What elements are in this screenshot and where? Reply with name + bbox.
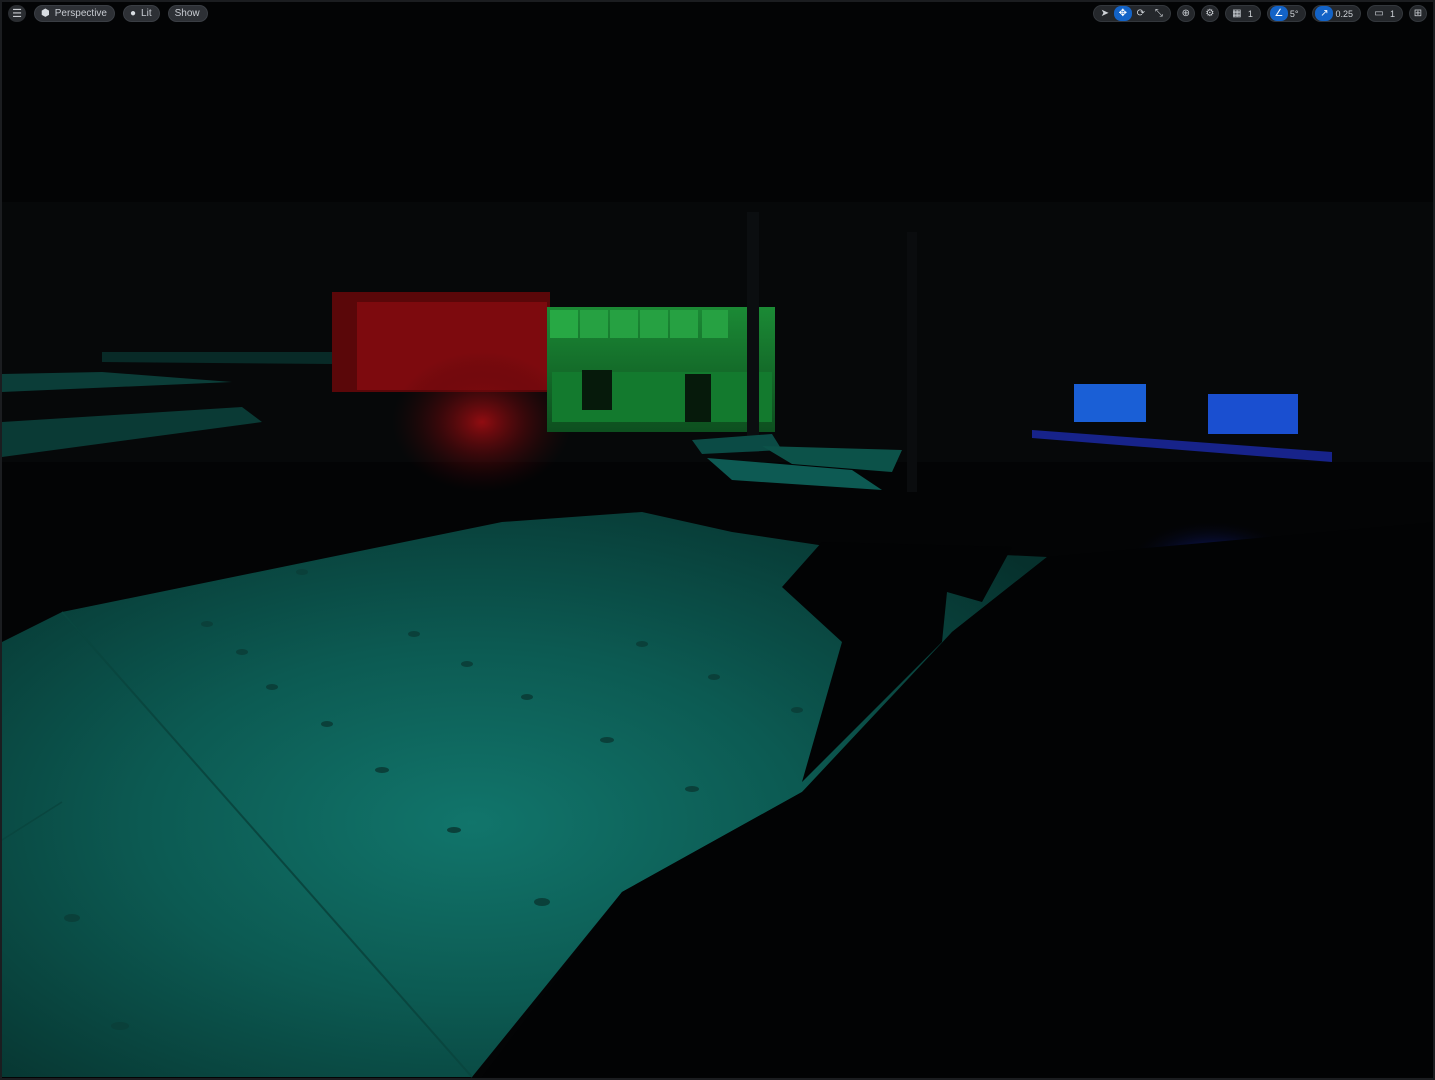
scene-render [2,2,1433,1078]
perspective-cube-icon: ⬢ [41,8,50,19]
layout-grid-icon: ⊞ [1413,8,1423,19]
camera-icon: ▭ [1374,8,1384,19]
rotate-mode-button[interactable]: ⟳ [1132,6,1150,21]
globe-icon: ⊕ [1181,8,1191,19]
scale-arrow-icon: ↗ [1320,8,1329,19]
rotation-snap-value[interactable]: 5° [1288,9,1304,19]
grid-icon: ▦ [1232,8,1242,19]
rotation-snap-group: ∠ 5° [1266,5,1307,22]
level-viewport[interactable]: ☰ ⬢ Perspective ● Lit Show ➤ ✥ ⟳ ⤡ ⊕ ⚙ ▦… [0,0,1435,1080]
grid-snap-group: ▦ 1 [1224,5,1261,22]
camera-speed-group: ▭ 1 [1366,5,1403,22]
viewport-toolbar-left: ☰ ⬢ Perspective ● Lit Show [8,5,208,22]
view-mode-label: Perspective [54,8,107,19]
surface-snapping-button[interactable]: ⚙ [1200,5,1219,22]
scale-icon: ⤡ [1154,8,1163,19]
hamburger-icon: ☰ [12,8,22,20]
translate-mode-button[interactable]: ✥ [1113,6,1132,21]
viewport-menu-button[interactable]: ☰ [8,5,26,22]
rotate-icon: ⟳ [1136,8,1146,19]
lighting-mode-label: Lit [141,8,152,19]
viewport-toolbar-right: ➤ ✥ ⟳ ⤡ ⊕ ⚙ ▦ 1 ∠ 5° ↗ 0.25 ▭ 1 ⊞ [1092,5,1427,22]
move-arrows-icon: ✥ [1118,8,1128,19]
scale-snap-toggle[interactable]: ↗ [1315,6,1334,21]
coordinate-system-button[interactable]: ⊕ [1176,5,1195,22]
scale-mode-button[interactable]: ⤡ [1150,6,1168,21]
viewport-layout-button[interactable]: ⊞ [1409,5,1427,22]
view-mode-button[interactable]: ⬢ Perspective [34,5,115,22]
cursor-arrow-icon: ➤ [1100,8,1110,19]
transform-tools-group: ➤ ✥ ⟳ ⤡ [1092,5,1171,22]
camera-speed-button[interactable]: ▭ [1370,6,1388,21]
camera-speed-value[interactable]: 1 [1388,9,1400,19]
rotation-snap-toggle[interactable]: ∠ [1269,6,1288,21]
lit-sphere-icon: ● [129,8,137,19]
surface-snap-icon: ⚙ [1205,8,1215,19]
show-label: Show [174,8,200,19]
scale-snap-value[interactable]: 0.25 [1333,9,1358,19]
scale-snap-group: ↗ 0.25 [1312,5,1361,22]
grid-snap-value[interactable]: 1 [1246,9,1258,19]
grid-snap-toggle[interactable]: ▦ [1228,6,1246,21]
show-flags-button[interactable]: Show [167,5,208,22]
lighting-mode-button[interactable]: ● Lit [122,5,160,22]
select-mode-button[interactable]: ➤ [1096,6,1114,21]
angle-icon: ∠ [1274,8,1284,19]
